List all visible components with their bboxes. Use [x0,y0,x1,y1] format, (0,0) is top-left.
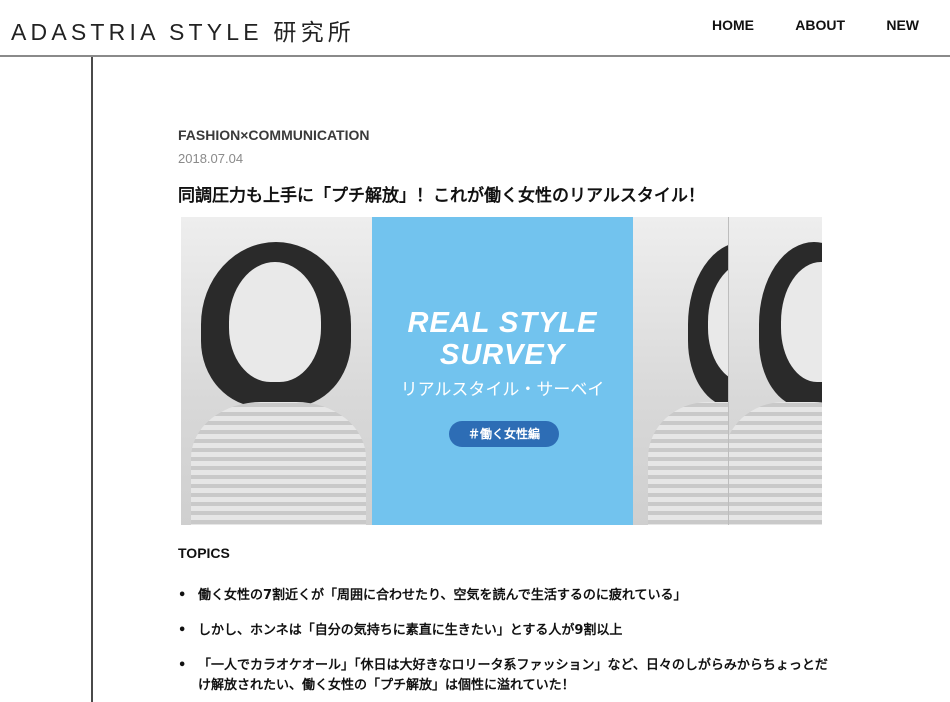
bullet-icon: • [178,658,187,673]
topics-heading: TOPICS [178,545,230,561]
article-category[interactable]: FASHION×COMMUNICATION [178,127,369,143]
hero-image: REAL STYLE SURVEY リアルスタイル・サーベイ ＃働く女性編 [181,217,822,525]
site-header: ADASTRIA STYLE 研究所 HOME ABOUT NEW [0,0,950,57]
topic-text: 「一人でカラオケオール」「休日は大好きなロリータ系ファッション」など、日々のしが… [198,658,828,693]
site-logo[interactable]: ADASTRIA STYLE 研究所 [11,13,355,47]
nav-about-link[interactable]: ABOUT [795,17,845,33]
topic-text: しかし、ホンネは「自分の気持ちに素直に生きたい」とする人が9割以上 [198,623,623,638]
bullet-icon: • [178,588,187,603]
hero-title-line2: SURVEY [439,339,566,371]
bullet-icon: • [178,623,187,638]
hero-title-panel: REAL STYLE SURVEY リアルスタイル・サーベイ ＃働く女性編 [372,217,633,525]
hero-title-line1: REAL STYLE [407,307,598,339]
topic-text: 働く女性の7割近くが「周囲に合わせたり、空気を読んで生活するのに疲れている」 [198,588,687,603]
list-item: • 「一人でカラオケオール」「休日は大好きなロリータ系ファッション」など、日々の… [178,656,838,696]
topics-list: • 働く女性の7割近くが「周囲に合わせたり、空気を読んで生活するのに疲れている」… [178,586,838,702]
content-divider [91,57,93,702]
nav-home-link[interactable]: HOME [712,17,754,33]
hero-photo-right-2 [728,217,822,525]
nav-new-link[interactable]: NEW [886,17,919,33]
hero-photo-right-1 [633,217,728,525]
hero-tag-badge: ＃働く女性編 [449,421,559,447]
hero-photo-left [181,217,372,525]
list-item: • しかし、ホンネは「自分の気持ちに素直に生きたい」とする人が9割以上 [178,621,838,641]
hero-title-kana: リアルスタイル・サーベイ [400,380,605,400]
list-item: • 働く女性の7割近くが「周囲に合わせたり、空気を読んで生活するのに疲れている」 [178,586,838,606]
article-date: 2018.07.04 [178,151,244,166]
article-title: 同調圧力も上手に「プチ解放」！これが働く女性のリアルスタイル！ [178,186,705,206]
